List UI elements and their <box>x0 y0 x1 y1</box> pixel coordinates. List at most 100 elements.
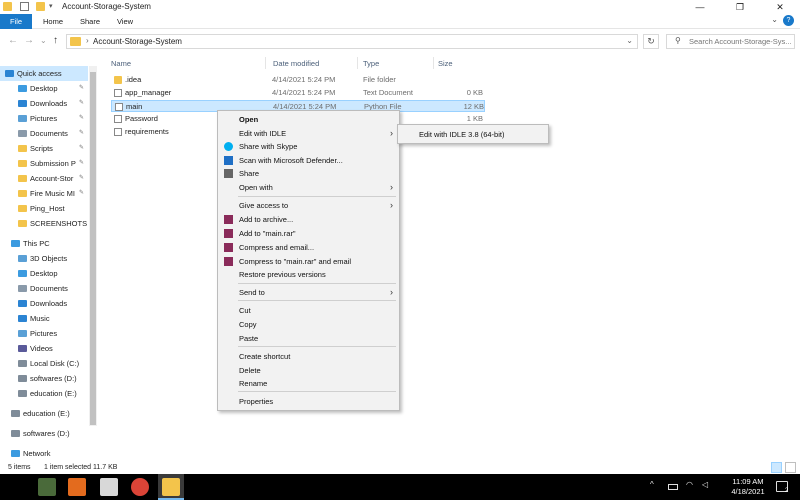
menu-item-label: Edit with IDLE <box>239 129 287 138</box>
tab-share[interactable]: Share <box>74 14 106 29</box>
tab-home[interactable]: Home <box>36 14 70 29</box>
recent-locations-button[interactable]: ⌄ <box>40 36 47 45</box>
menu-item[interactable]: Share with Skype <box>218 140 399 153</box>
tab-view[interactable]: View <box>110 14 140 29</box>
network-icon[interactable]: ◠ <box>686 480 693 489</box>
menu-item-edit-with-idle-38[interactable]: Edit with IDLE 3.8 (64-bit) <box>398 128 548 141</box>
sidebar-item[interactable]: Documents ✎ <box>0 126 88 141</box>
menu-item[interactable]: Send to › <box>218 286 399 299</box>
address-bar[interactable]: › Account-Storage-System ⌄ <box>66 34 638 49</box>
folder-icon[interactable] <box>3 2 12 11</box>
battery-icon[interactable] <box>668 484 678 490</box>
menu-item[interactable]: Compress and email... <box>218 241 399 254</box>
sidebar-item[interactable]: softwares (D:) <box>0 371 88 386</box>
file-row[interactable]: app_manager 4/14/2021 5:24 PM Text Documen… <box>111 87 485 99</box>
properties-icon[interactable] <box>20 2 29 11</box>
tab-file[interactable]: File <box>0 14 32 29</box>
folder-icon <box>18 205 27 212</box>
sidebar-item[interactable]: SCREENSHOTS <box>0 216 88 231</box>
maximize-button[interactable]: ❐ <box>720 0 760 14</box>
clock-time[interactable]: 11:09 AM <box>726 477 770 486</box>
sidebar-item[interactable]: Fire Music MI ✎ <box>0 186 88 201</box>
file-explorer-icon[interactable] <box>162 478 180 496</box>
close-button[interactable]: ✕ <box>760 0 800 14</box>
sidebar-item[interactable]: education (E:) <box>0 406 88 421</box>
menu-item[interactable]: Scan with Microsoft Defender... <box>218 154 399 167</box>
sidebar-item[interactable]: Submission P ✎ <box>0 156 88 171</box>
help-button[interactable]: ? <box>783 15 794 26</box>
chrome-icon[interactable] <box>131 478 149 496</box>
tray-expand-icon[interactable]: ^ <box>650 480 654 489</box>
menu-item[interactable]: Properties <box>218 395 399 408</box>
breadcrumb-separator[interactable]: › <box>86 36 89 45</box>
sidebar-item[interactable]: Pictures <box>0 326 88 341</box>
menu-item[interactable]: Cut <box>218 304 399 317</box>
menu-item[interactable]: Open <box>218 113 399 126</box>
column-divider[interactable] <box>357 57 358 69</box>
menu-item[interactable]: Add to "main.rar" <box>218 227 399 240</box>
menu-item[interactable]: Add to archive... <box>218 213 399 226</box>
column-header-size[interactable]: Size <box>438 59 453 68</box>
sidebar-item[interactable]: Music <box>0 311 88 326</box>
sidebar-item[interactable]: Downloads ✎ <box>0 96 88 111</box>
flame-icon[interactable] <box>68 478 86 496</box>
sidebar-item[interactable]: Documents <box>0 281 88 296</box>
refresh-button[interactable]: ↻ <box>643 34 659 49</box>
column-divider[interactable] <box>433 57 434 69</box>
sidebar-item[interactable]: Account-Stor ✎ <box>0 171 88 186</box>
menu-item[interactable]: Restore previous versions <box>218 268 399 281</box>
large-icons-view-icon[interactable] <box>785 462 796 473</box>
expand-ribbon-button[interactable]: ⌄ <box>771 15 778 24</box>
column-divider[interactable] <box>265 57 266 69</box>
file-row[interactable]: .idea 4/14/2021 5:24 PM File folder <box>111 74 485 86</box>
column-header-name[interactable]: Name <box>111 59 131 68</box>
clock-date[interactable]: 4/18/2021 <box>726 487 770 496</box>
quick-access-toolbar-dropdown-icon[interactable]: ▾ <box>49 2 53 10</box>
winrar-icon <box>224 243 233 252</box>
sidebar-item[interactable]: softwares (D:) <box>0 426 88 441</box>
search-box[interactable]: ⚲ <box>666 34 795 49</box>
sidebar-item[interactable]: education (E:) <box>0 386 88 401</box>
sidebar-item[interactable]: Downloads <box>0 296 88 311</box>
menu-item[interactable]: Open with › <box>218 181 399 194</box>
search-input[interactable] <box>689 36 793 47</box>
up-button[interactable]: ↑ <box>53 35 58 46</box>
new-folder-icon[interactable] <box>36 2 45 11</box>
chevron-right-icon: › <box>390 182 393 192</box>
column-header-date[interactable]: Date modified <box>273 59 319 68</box>
address-dropdown-button[interactable]: ⌄ <box>626 36 633 45</box>
forward-button[interactable]: → <box>24 35 34 46</box>
menu-item[interactable]: Copy <box>218 318 399 331</box>
nav-scrollbar-thumb[interactable] <box>90 72 96 425</box>
downloads-icon <box>18 100 27 107</box>
back-button[interactable]: ← <box>8 35 18 46</box>
sidebar-item[interactable]: Desktop <box>0 266 88 281</box>
menu-item[interactable]: Delete <box>218 364 399 377</box>
details-view-icon[interactable] <box>771 462 782 473</box>
sidebar-item[interactable]: This PC <box>0 236 88 251</box>
menu-item[interactable]: Edit with IDLE › <box>218 127 399 140</box>
sidebar-item[interactable]: Pictures ✎ <box>0 111 88 126</box>
sidebar-item[interactable]: Videos <box>0 341 88 356</box>
sidebar-item[interactable]: Desktop ✎ <box>0 81 88 96</box>
menu-item[interactable]: Compress to "main.rar" and email <box>218 255 399 268</box>
volume-icon[interactable]: ◁ <box>702 480 708 489</box>
minimize-button[interactable]: — <box>680 0 720 14</box>
sidebar-item[interactable]: Scripts ✎ <box>0 141 88 156</box>
breadcrumb-current[interactable]: Account-Storage-System <box>93 37 182 46</box>
sidebar-item[interactable]: Network <box>0 446 88 461</box>
sidebar-item[interactable]: Ping_Host <box>0 201 88 216</box>
sidebar-item[interactable]: Local Disk (C:) <box>0 356 88 371</box>
sidebar-item[interactable]: 3D Objects <box>0 251 88 266</box>
file-name: app_manager <box>125 88 172 97</box>
file-icon[interactable] <box>100 478 118 496</box>
sidebar-item[interactable]: Quick access <box>0 66 88 81</box>
menu-item[interactable]: Share <box>218 167 399 180</box>
menu-item[interactable]: Create shortcut <box>218 350 399 363</box>
app-icon[interactable] <box>38 478 56 496</box>
menu-item-label: Compress and email... <box>239 243 315 252</box>
menu-item[interactable]: Give access to › <box>218 199 399 212</box>
column-header-type[interactable]: Type <box>363 59 379 68</box>
menu-item[interactable]: Rename <box>218 377 399 390</box>
menu-item[interactable]: Paste <box>218 332 399 345</box>
